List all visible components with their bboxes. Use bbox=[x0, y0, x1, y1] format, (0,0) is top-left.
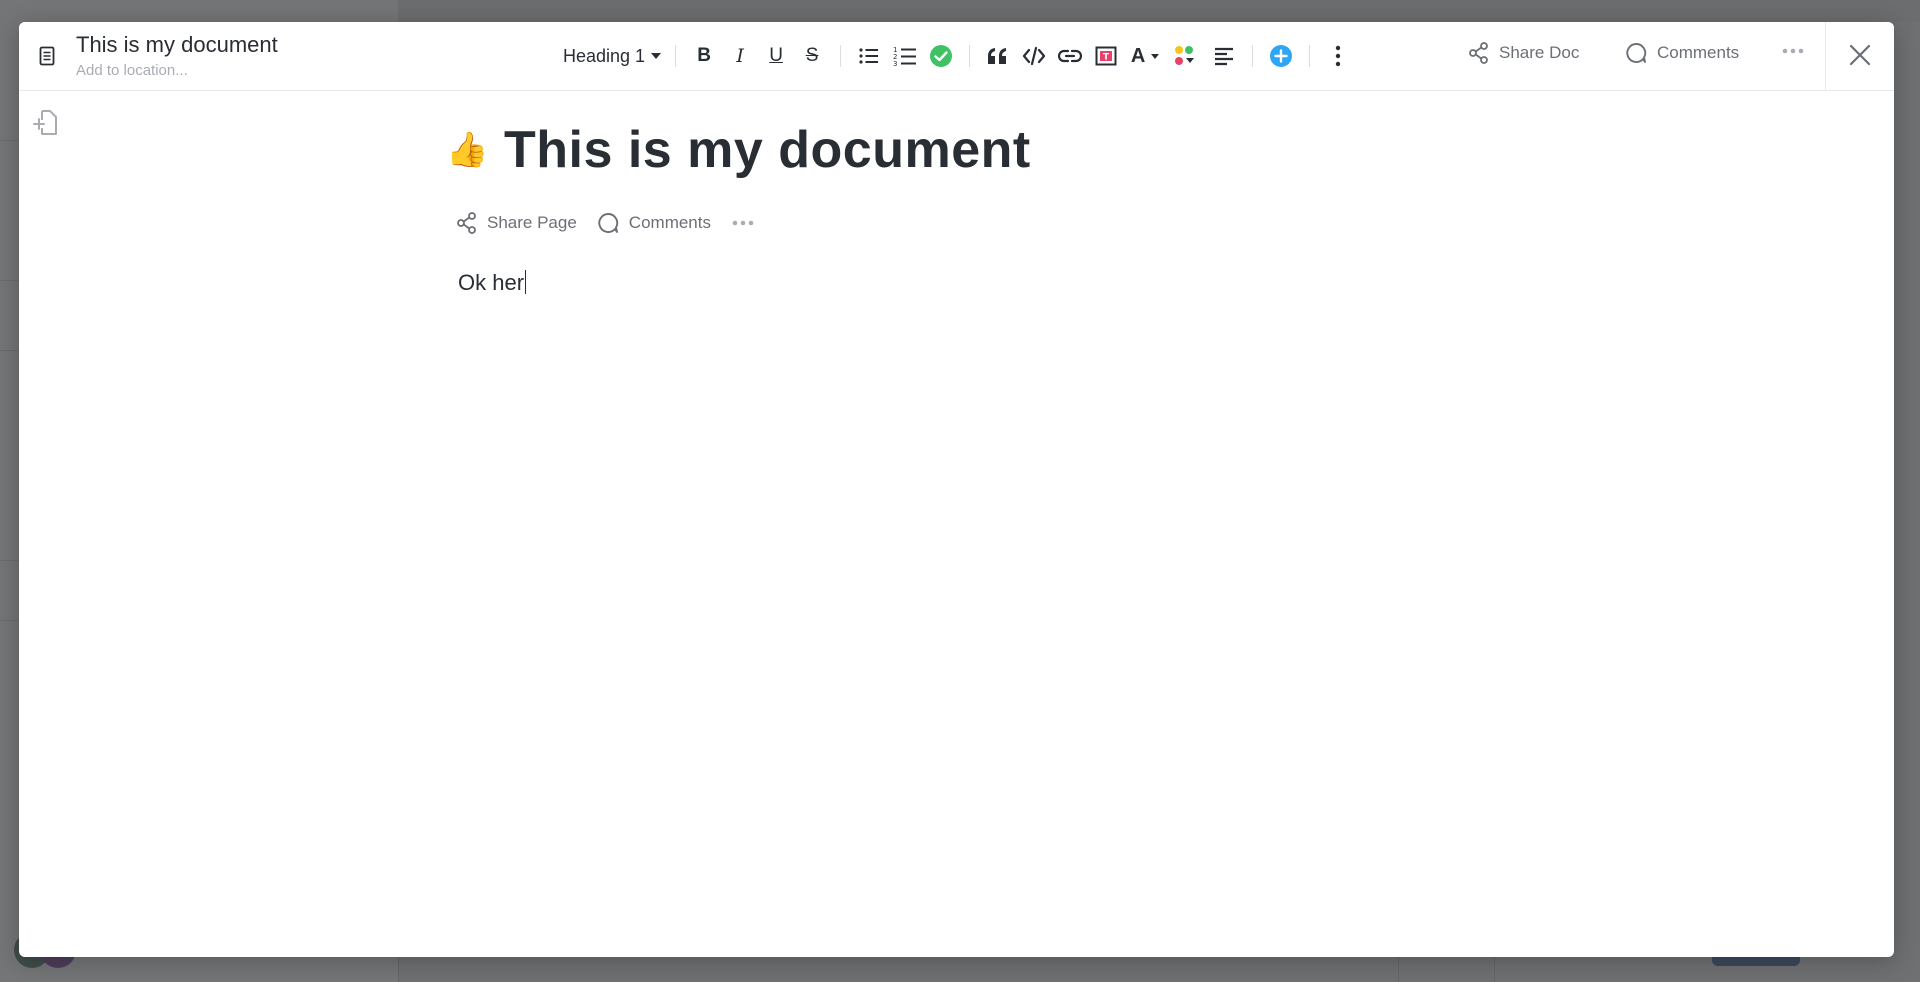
toolbar-separator bbox=[969, 45, 971, 67]
text-color-icon: A bbox=[1130, 44, 1146, 67]
svg-text:3: 3 bbox=[893, 60, 897, 67]
code-icon bbox=[1022, 46, 1046, 66]
banner-icon: T bbox=[1095, 46, 1117, 66]
numbered-list-icon: 1 2 3 bbox=[893, 46, 917, 67]
toolbar-separator bbox=[1309, 45, 1311, 67]
page-title[interactable]: This is my document bbox=[504, 120, 1031, 180]
bold-icon: B bbox=[697, 45, 711, 66]
checklist-icon bbox=[930, 45, 953, 67]
page-comments-button[interactable]: Comments bbox=[597, 212, 711, 234]
doc-title[interactable]: This is my document bbox=[76, 32, 278, 58]
color-dots-icon bbox=[1175, 46, 1195, 65]
page-emoji-icon[interactable]: 👍 bbox=[446, 130, 488, 170]
share-doc-button[interactable]: Share Doc bbox=[1469, 42, 1579, 64]
page-actions: Share Page Comments bbox=[457, 212, 755, 234]
formatting-toolbar: Heading 1 B I U S 1 2 3 T A bbox=[559, 40, 1356, 72]
more-horizontal-icon[interactable] bbox=[731, 219, 755, 227]
doc-modal: This is my document Add to location... H… bbox=[19, 22, 1894, 957]
more-options-button[interactable] bbox=[1323, 41, 1353, 71]
insert-block-button[interactable] bbox=[1266, 41, 1296, 71]
toolbar-separator bbox=[675, 45, 677, 67]
code-button[interactable] bbox=[1019, 41, 1049, 71]
background-topbar bbox=[398, 0, 1920, 22]
share-icon bbox=[457, 212, 476, 234]
doc-icon bbox=[39, 46, 55, 66]
italic-button[interactable]: I bbox=[725, 41, 755, 71]
underline-icon: U bbox=[769, 45, 783, 66]
body-paragraph: Ok her bbox=[458, 270, 525, 295]
strikethrough-icon: S bbox=[805, 45, 819, 66]
comment-icon bbox=[598, 213, 618, 233]
text-color-button[interactable]: A bbox=[1127, 41, 1163, 71]
add-page-icon[interactable] bbox=[33, 108, 59, 138]
strikethrough-button[interactable]: S bbox=[797, 41, 827, 71]
header-divider bbox=[1825, 22, 1826, 90]
align-button[interactable] bbox=[1209, 41, 1239, 71]
link-icon bbox=[1058, 49, 1083, 63]
plus-circle-icon bbox=[1270, 45, 1293, 67]
color-picker-button[interactable] bbox=[1169, 41, 1203, 71]
svg-text:T: T bbox=[1103, 53, 1110, 63]
heading-style-dropdown[interactable]: Heading 1 bbox=[559, 46, 665, 67]
more-horizontal-icon[interactable] bbox=[1781, 47, 1805, 55]
bullet-list-icon bbox=[859, 48, 879, 64]
toolbar-separator bbox=[840, 45, 842, 67]
share-doc-label: Share Doc bbox=[1499, 43, 1580, 62]
doc-body-editor[interactable]: Ok her bbox=[458, 270, 527, 296]
more-vertical-icon bbox=[1335, 45, 1341, 67]
comment-icon bbox=[1626, 43, 1647, 63]
share-icon bbox=[1469, 42, 1488, 64]
underline-button[interactable]: U bbox=[761, 41, 791, 71]
page-comments-label: Comments bbox=[628, 213, 711, 232]
comments-button[interactable]: Comments bbox=[1625, 42, 1739, 64]
chevron-down-icon bbox=[651, 53, 662, 59]
italic-icon: I bbox=[736, 45, 744, 67]
checklist-button[interactable] bbox=[926, 41, 956, 71]
numbered-list-button[interactable]: 1 2 3 bbox=[890, 41, 920, 71]
comments-label: Comments bbox=[1657, 43, 1740, 62]
quote-icon bbox=[988, 48, 1007, 64]
bullet-list-button[interactable] bbox=[854, 41, 884, 71]
align-left-icon bbox=[1215, 47, 1234, 66]
doc-header: This is my document Add to location... H… bbox=[19, 22, 1894, 91]
bold-button[interactable]: B bbox=[689, 41, 719, 71]
quote-button[interactable] bbox=[983, 41, 1013, 71]
close-icon[interactable] bbox=[1845, 40, 1875, 70]
share-page-label: Share Page bbox=[487, 213, 577, 232]
heading-style-label: Heading 1 bbox=[563, 45, 646, 66]
text-cursor bbox=[525, 270, 527, 294]
chevron-down-icon bbox=[1151, 53, 1160, 59]
toolbar-separator bbox=[1252, 45, 1254, 67]
add-location-link[interactable]: Add to location... bbox=[76, 62, 188, 79]
link-button[interactable] bbox=[1055, 41, 1085, 71]
share-page-button[interactable]: Share Page bbox=[457, 212, 577, 234]
banner-button[interactable]: T bbox=[1091, 41, 1121, 71]
